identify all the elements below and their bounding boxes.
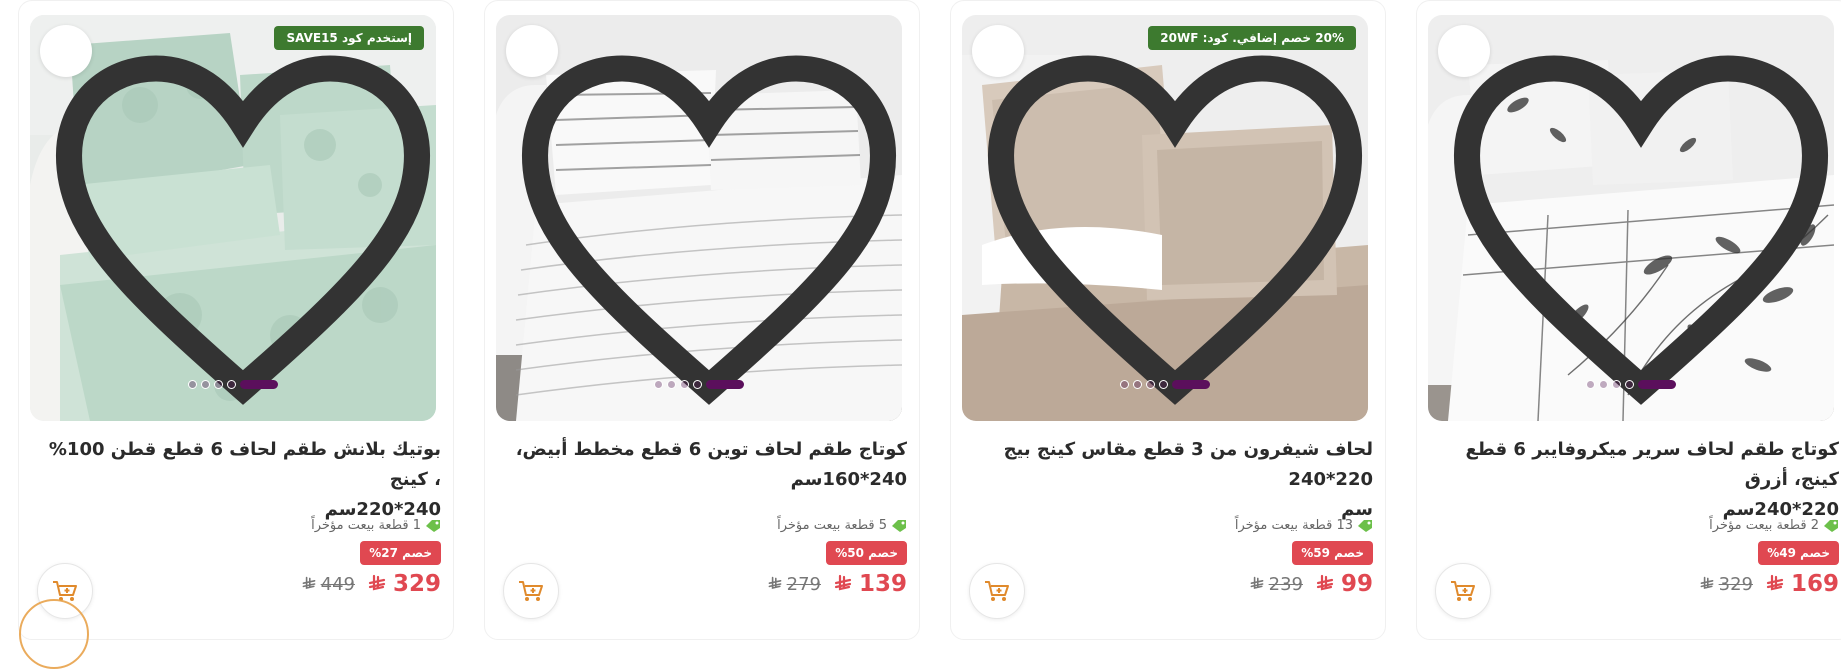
product-title[interactable]: لحاف شيفرون من 3 قطع مقاس كينج بيج 220*2…	[973, 435, 1373, 525]
carousel-dot[interactable]	[1133, 380, 1142, 389]
saudi-riyal-icon	[368, 574, 386, 591]
price-row: 99 239	[1249, 571, 1373, 597]
saudi-riyal-icon	[1316, 574, 1334, 591]
recently-sold-text: 2 قطعة بيعت مؤخراً	[1709, 518, 1819, 533]
carousel-dot[interactable]	[1612, 380, 1621, 389]
carousel-dot[interactable]	[1599, 380, 1608, 389]
product-title-line: 240*160سم	[790, 469, 907, 490]
carousel-dot-active[interactable]	[1638, 380, 1676, 389]
decorative-ring	[19, 599, 89, 669]
saudi-riyal-icon	[1700, 576, 1714, 589]
product-image[interactable]: 20% خصم إضافي. كود: 20WF	[962, 15, 1368, 421]
price-row: 169 329	[1699, 571, 1839, 597]
recently-sold-text: 1 قطعة بيعت مؤخراً	[311, 518, 421, 533]
product-image[interactable]: إستخدم كود SAVE15	[30, 15, 436, 421]
recently-sold-text: 5 قطعة بيعت مؤخراً	[777, 518, 887, 533]
saudi-riyal-icon	[1766, 574, 1784, 591]
saudi-riyal-icon	[768, 576, 782, 589]
product-card[interactable]: 20% خصم إضافي. كود: 20WF لحاف شيفرون من …	[950, 0, 1386, 640]
product-card[interactable]: كوتاج طقم لحاف سرير ميكروفايبر 6 قطع كين…	[1416, 0, 1841, 640]
current-price-value: 139	[858, 571, 907, 597]
current-price-value: 99	[1340, 571, 1373, 597]
current-price: 169	[1765, 571, 1839, 597]
wishlist-button[interactable]	[1438, 25, 1829, 405]
carousel-indicator	[188, 380, 278, 389]
discount-badge: خصم 59%	[1292, 541, 1373, 565]
recently-sold-text: 13 قطعة بيعت مؤخراً	[1234, 518, 1353, 533]
current-price: 329	[367, 571, 441, 597]
product-card[interactable]: كوتاج طقم لحاف توين 6 قطع مخطط أبيض، 240…	[484, 0, 920, 640]
saudi-riyal-icon	[834, 574, 852, 591]
tag-icon	[1358, 519, 1372, 532]
recently-sold: 13 قطعة بيعت مؤخراً	[1235, 518, 1373, 533]
cart-plus-icon	[985, 581, 1009, 601]
product-image[interactable]	[496, 15, 902, 421]
product-title[interactable]: كوتاج طقم لحاف سرير ميكروفايبر 6 قطع كين…	[1439, 435, 1839, 525]
carousel-dot[interactable]	[188, 380, 197, 389]
saudi-riyal-icon	[1250, 576, 1264, 589]
carousel-dot[interactable]	[693, 380, 702, 389]
carousel-dot-active[interactable]	[706, 380, 744, 389]
current-price: 99	[1315, 571, 1373, 597]
carousel-dot[interactable]	[227, 380, 236, 389]
carousel-dot-active[interactable]	[1172, 380, 1210, 389]
original-price-value: 279	[786, 573, 821, 595]
carousel-dot-active[interactable]	[240, 380, 278, 389]
carousel-indicator	[1586, 380, 1676, 389]
discount-badge: خصم 50%	[826, 541, 907, 565]
wishlist-button[interactable]	[40, 25, 431, 405]
carousel-dot[interactable]	[201, 380, 210, 389]
product-title[interactable]: كوتاج طقم لحاف توين 6 قطع مخطط أبيض، 240…	[507, 435, 907, 495]
carousel-dot[interactable]	[667, 380, 676, 389]
original-price-value: 239	[1268, 573, 1303, 595]
product-grid: إستخدم كود SAVE15 بوتيك بلانش طقم لحاف 6…	[0, 0, 1841, 669]
product-title[interactable]: بوتيك بلانش طقم لحاف 6 قطع قطن 100% ، كي…	[41, 435, 441, 525]
recently-sold: 5 قطعة بيعت مؤخراً	[777, 518, 907, 533]
tag-icon	[892, 519, 906, 532]
product-title-line: لحاف شيفرون من 3 قطع مقاس كينج بيج 220*2…	[1003, 439, 1373, 490]
carousel-dot[interactable]	[1625, 380, 1634, 389]
carousel-dot[interactable]	[1120, 380, 1129, 389]
heart-icon	[1453, 55, 1829, 405]
current-price: 139	[833, 571, 907, 597]
wishlist-button[interactable]	[972, 25, 1363, 405]
recently-sold: 2 قطعة بيعت مؤخراً	[1709, 518, 1839, 533]
cart-plus-icon	[1451, 581, 1475, 601]
original-price: 279	[767, 574, 821, 595]
product-image[interactable]	[1428, 15, 1834, 421]
original-price-value: 449	[320, 573, 355, 595]
original-price: 239	[1249, 574, 1303, 595]
carousel-dot[interactable]	[654, 380, 663, 389]
carousel-indicator	[654, 380, 744, 389]
product-title-line: كوتاج طقم لحاف توين 6 قطع مخطط أبيض،	[515, 439, 907, 460]
saudi-riyal-icon	[302, 576, 316, 589]
wishlist-button[interactable]	[506, 25, 897, 405]
carousel-dot[interactable]	[1586, 380, 1595, 389]
original-price: 449	[301, 574, 355, 595]
original-price-value: 329	[1718, 573, 1753, 595]
carousel-dot[interactable]	[1146, 380, 1155, 389]
product-card[interactable]: إستخدم كود SAVE15 بوتيك بلانش طقم لحاف 6…	[18, 0, 454, 669]
carousel-indicator	[1120, 380, 1210, 389]
discount-badge: خصم 27%	[360, 541, 441, 565]
cart-plus-icon	[519, 581, 543, 601]
current-price-value: 169	[1790, 571, 1839, 597]
current-price-value: 329	[392, 571, 441, 597]
tag-icon	[1824, 519, 1838, 532]
heart-icon	[55, 55, 431, 405]
carousel-dot[interactable]	[214, 380, 223, 389]
tag-icon	[426, 519, 440, 532]
carousel-dot[interactable]	[1159, 380, 1168, 389]
heart-icon	[987, 55, 1363, 405]
recently-sold: 1 قطعة بيعت مؤخراً	[311, 518, 441, 533]
carousel-dot[interactable]	[680, 380, 689, 389]
heart-icon	[521, 55, 897, 405]
discount-badge: خصم 49%	[1758, 541, 1839, 565]
product-title-line: كوتاج طقم لحاف سرير ميكروفايبر 6 قطع كين…	[1465, 439, 1839, 490]
price-row: 139 279	[767, 571, 907, 597]
product-title-line: بوتيك بلانش طقم لحاف 6 قطع قطن 100% ، كي…	[48, 439, 441, 490]
original-price: 329	[1699, 574, 1753, 595]
price-row: 329 449	[301, 571, 441, 597]
